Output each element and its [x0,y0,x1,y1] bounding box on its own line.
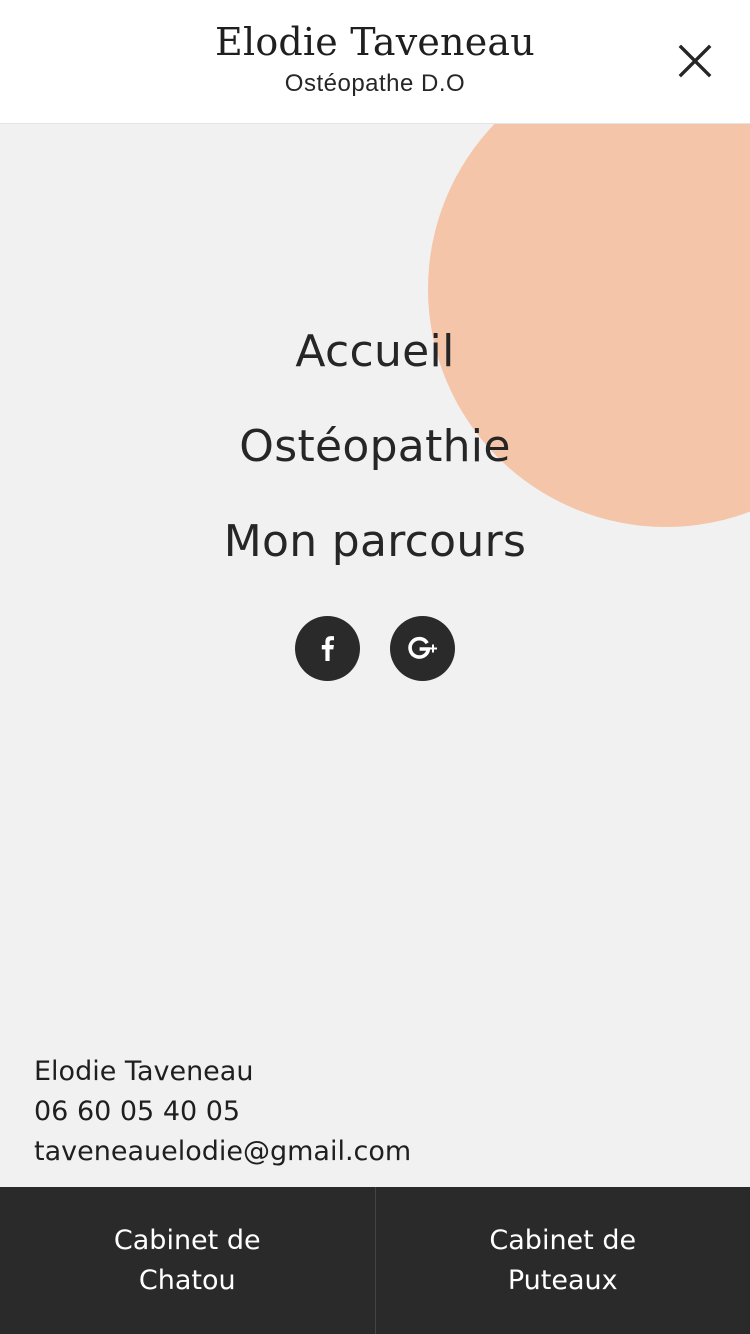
google-plus-button[interactable] [390,616,455,681]
contact-email-link[interactable]: taveneauelodie@gmail.com [34,1132,411,1172]
menu-overlay: Accueil Ostéopathie Mon parcours Elodie … [0,124,750,1187]
footer-cabinets: Cabinet de Chatou Cabinet de Puteaux [0,1187,750,1334]
cabinet-puteaux-button[interactable]: Cabinet de Puteaux [374,1187,750,1334]
cabinet-puteaux-label: Cabinet de Puteaux [489,1221,636,1301]
header: Elodie Taveneau Ostéopathe D.O [0,0,750,124]
site-title[interactable]: Elodie Taveneau [0,20,750,64]
nav-item-accueil[interactable]: Accueil [0,304,750,399]
social-links [0,616,750,681]
cabinet-puteaux-line1: Cabinet de [489,1224,637,1256]
site-subtitle: Ostéopathe D.O [284,70,466,97]
cabinet-chatou-button[interactable]: Cabinet de Chatou [0,1187,375,1334]
cabinet-puteaux-line2: Puteaux [507,1264,618,1296]
nav-item-mon-parcours[interactable]: Mon parcours [0,494,750,589]
contact-name: Elodie Taveneau [34,1056,254,1087]
main-nav: Accueil Ostéopathie Mon parcours [0,304,750,589]
facebook-button[interactable] [295,616,360,681]
google-plus-icon [408,636,437,659]
close-menu-button[interactable] [670,36,720,86]
nav-item-osteopathie[interactable]: Ostéopathie [0,399,750,494]
cabinet-chatou-label: Cabinet de Chatou [114,1221,261,1301]
cabinet-chatou-line1: Cabinet de [113,1224,261,1256]
facebook-icon [321,636,334,661]
contact-info: Elodie Taveneau 06 60 05 40 05 taveneaue… [34,1052,411,1172]
cabinet-chatou-line2: Chatou [138,1264,236,1296]
close-icon [678,44,712,78]
contact-phone-link[interactable]: 06 60 05 40 05 [34,1092,411,1132]
